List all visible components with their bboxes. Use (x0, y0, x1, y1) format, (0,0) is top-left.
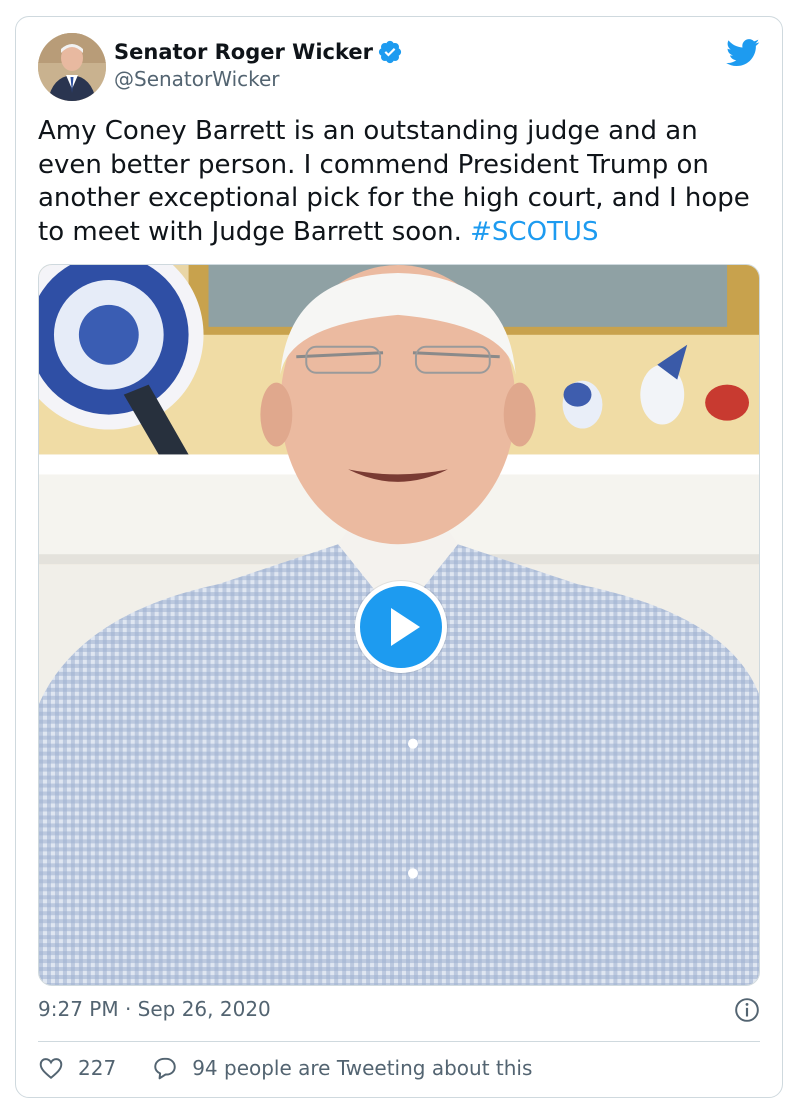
info-icon[interactable] (734, 997, 760, 1023)
tweet-body: Amy Coney Barrett is an outstanding judg… (38, 116, 750, 247)
conversation-text: 94 people are Tweeting about this (192, 1056, 533, 1080)
heart-icon (39, 1058, 63, 1080)
like-count: 227 (78, 1056, 117, 1080)
author-name[interactable]: Senator Roger Wicker (114, 39, 403, 65)
hashtag-link[interactable]: #SCOTUS (470, 217, 598, 247)
author-handle[interactable]: @SenatorWicker (114, 67, 280, 91)
divider (38, 1041, 760, 1042)
tweet-text: Amy Coney Barrett is an outstanding judg… (38, 115, 758, 249)
twitter-bird-icon[interactable] (726, 39, 760, 67)
tweet-timestamp[interactable]: 9:27 PM · Sep 26, 2020 (38, 997, 271, 1021)
play-icon (391, 608, 420, 646)
like-action[interactable]: 227 (38, 1055, 116, 1081)
author-name-text[interactable]: Senator Roger Wicker (114, 40, 373, 64)
tweet-card: Senator Roger Wicker @SenatorWicker Amy … (15, 16, 783, 1098)
video-player[interactable] (38, 264, 760, 986)
conversation-action[interactable]: 94 people are Tweeting about this (152, 1055, 532, 1081)
tweet-actions: 227 94 people are Tweeting about this (38, 1055, 568, 1081)
avatar[interactable] (38, 33, 106, 101)
play-button[interactable] (355, 581, 447, 673)
reply-bubble-icon (154, 1057, 176, 1080)
verified-badge-icon (378, 40, 402, 64)
